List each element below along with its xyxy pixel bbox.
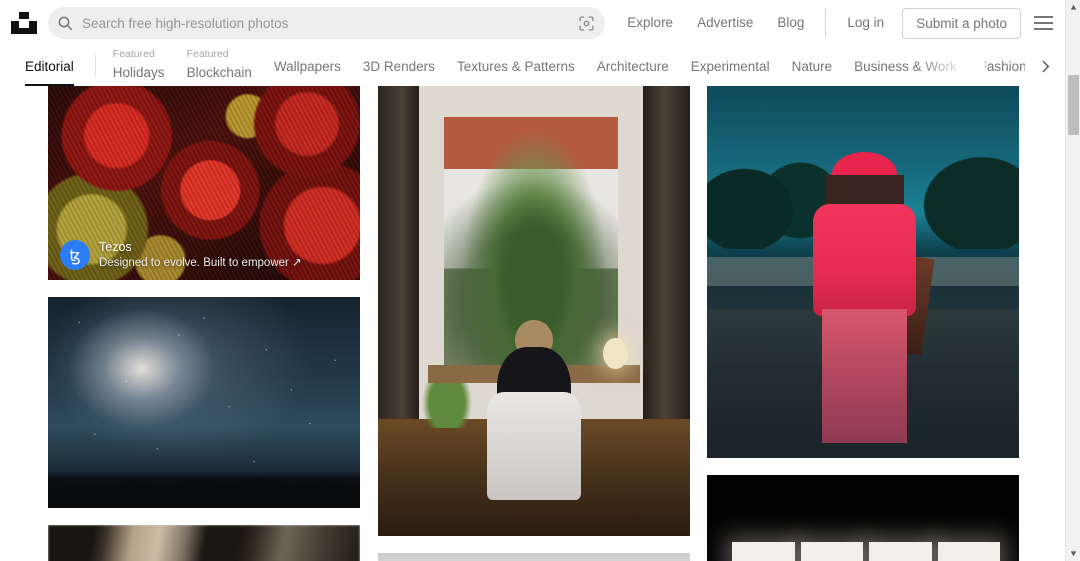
category-architecture[interactable]: Architecture	[586, 46, 680, 86]
photo-light-room[interactable]	[378, 553, 690, 561]
search-icon	[48, 15, 82, 31]
category-fashion[interactable]: Fashion	[968, 46, 1025, 86]
sponsor-text: Tezos Designed to evolve. Built to empow…	[99, 240, 302, 270]
category-wallpapers[interactable]: Wallpapers	[263, 46, 352, 86]
photo-grid: ꜩ Tezos Designed to evolve. Built to emp…	[0, 85, 1065, 561]
page-scrollbar[interactable]	[1065, 0, 1080, 561]
category-editorial[interactable]: Editorial	[14, 46, 85, 86]
unsplash-page: Explore Advertise Blog Log in Submit a p…	[0, 0, 1080, 561]
category-textures-patterns[interactable]: Textures & Patterns	[446, 46, 586, 86]
category-label: Fashion	[978, 58, 1025, 74]
scroll-down-arrow-icon[interactable]	[1066, 546, 1080, 561]
photo-artwork	[48, 525, 360, 561]
visual-search-icon[interactable]	[570, 9, 602, 37]
nav-blog[interactable]: Blog	[765, 0, 816, 46]
featured-tag: Featured	[186, 48, 229, 60]
unsplash-logo-icon	[11, 12, 37, 34]
category-holidays[interactable]: Featured Holidays	[102, 46, 176, 86]
header-divider	[825, 9, 827, 37]
category-divider	[94, 55, 96, 77]
category-3d-renders[interactable]: 3D Renders	[352, 46, 446, 86]
search-input[interactable]	[82, 8, 571, 38]
header-nav: Explore Advertise Blog Log in Submit a p…	[615, 0, 1065, 46]
category-label: Holidays	[112, 65, 165, 80]
grid-column-2	[378, 85, 690, 561]
nav-advertise[interactable]: Advertise	[685, 0, 765, 46]
photo-artwork	[707, 85, 1019, 458]
sponsor-name: Tezos	[99, 240, 132, 254]
category-nav-scroller[interactable]: Editorial Featured Holidays Featured Blo…	[0, 46, 1025, 86]
category-business-work[interactable]: Business & Work	[843, 46, 968, 86]
category-label: Nature	[791, 58, 833, 74]
photo-window-desk[interactable]	[378, 85, 690, 536]
scroll-up-arrow-icon[interactable]	[1066, 0, 1080, 15]
category-label: Architecture	[596, 58, 669, 74]
category-label: Experimental	[690, 58, 770, 74]
category-label: Textures & Patterns	[456, 58, 575, 74]
category-experimental[interactable]: Experimental	[680, 46, 781, 86]
category-label: 3D Renders	[362, 58, 435, 74]
category-label: Wallpapers	[273, 58, 341, 74]
photo-dark-panels[interactable]	[707, 475, 1019, 561]
grid-column-3	[707, 85, 1019, 561]
photo-artwork	[378, 553, 690, 561]
unsplash-logo[interactable]	[0, 0, 48, 46]
hamburger-menu-icon[interactable]	[1021, 0, 1065, 46]
photo-dark-interior[interactable]	[48, 525, 360, 561]
submit-photo-button[interactable]: Submit a photo	[902, 7, 1021, 39]
category-label: Editorial	[25, 58, 74, 74]
photo-artwork	[48, 297, 360, 508]
nav-explore[interactable]: Explore	[615, 0, 685, 46]
sponsor-overlay[interactable]: ꜩ Tezos Designed to evolve. Built to emp…	[60, 240, 302, 270]
grid-column-1: ꜩ Tezos Designed to evolve. Built to emp…	[48, 85, 360, 561]
sponsor-tagline: Designed to evolve. Built to empower ↗	[99, 256, 302, 269]
featured-tag: Featured	[112, 48, 155, 60]
category-nav: Editorial Featured Holidays Featured Blo…	[0, 46, 1065, 86]
login-link[interactable]: Log in	[835, 0, 896, 46]
category-label: Business & Work	[854, 58, 957, 74]
site-header: Explore Advertise Blog Log in Submit a p…	[0, 0, 1065, 46]
search-bar[interactable]	[48, 7, 606, 39]
photo-artwork	[707, 475, 1019, 561]
category-blockchain[interactable]: Featured Blockchain	[176, 46, 263, 86]
category-label: Blockchain	[186, 65, 252, 80]
tezos-logo-icon[interactable]: ꜩ	[60, 240, 90, 270]
category-nature[interactable]: Nature	[781, 46, 844, 86]
scrollbar-thumb[interactable]	[1068, 75, 1079, 135]
photo-artwork	[378, 85, 690, 536]
chevron-right-icon[interactable]	[1025, 46, 1065, 86]
photo-skater-red[interactable]	[707, 85, 1019, 458]
photo-crypto-coins[interactable]: ꜩ Tezos Designed to evolve. Built to emp…	[48, 85, 360, 280]
photo-milky-way[interactable]	[48, 297, 360, 508]
